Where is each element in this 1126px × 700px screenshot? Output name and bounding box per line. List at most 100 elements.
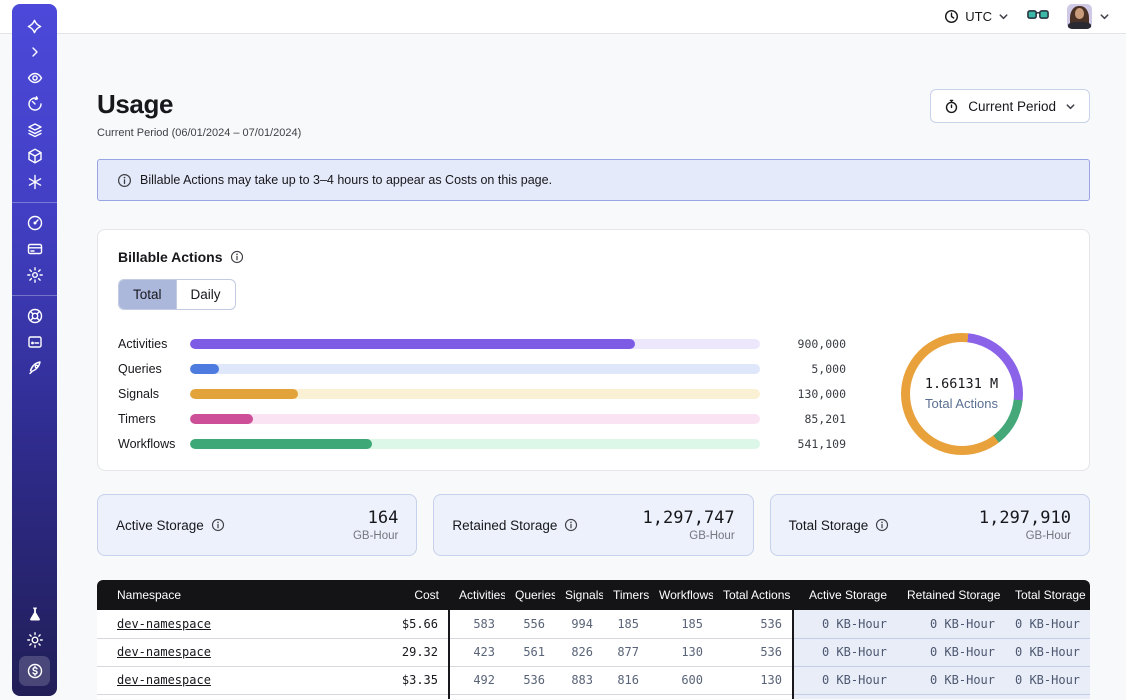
column-header-activities: Activities — [449, 580, 505, 610]
avatar — [1067, 4, 1092, 29]
sidebar — [12, 4, 57, 696]
cell-timers: 816 — [603, 666, 649, 694]
namespace-link[interactable]: dev-namespace — [117, 645, 211, 659]
cell-activities: 583 — [449, 610, 505, 638]
cell-total_actions: 130 — [713, 666, 793, 694]
namespace-usage-table: NamespaceCostActivitiesQueriesSignalsTim… — [97, 580, 1090, 699]
cell-namespace: dev-namespace — [97, 610, 343, 638]
bar-value: 900,000 — [774, 337, 846, 351]
sidebar-item-billing[interactable] — [19, 236, 50, 262]
bar-value: 5,000 — [774, 362, 846, 376]
column-header-cost: Cost — [343, 580, 449, 610]
timezone-label: UTC — [965, 9, 992, 24]
sidebar-item-layers[interactable] — [19, 117, 50, 143]
bar-row: Workflows541,109 — [118, 431, 846, 456]
timezone-selector[interactable]: UTC — [944, 9, 1009, 24]
kiosk-icon — [26, 333, 44, 351]
column-header-total_actions: Total Actions — [713, 580, 793, 610]
billable-actions-title: Billable Actions — [118, 249, 223, 265]
bar-row: Timers85,201 — [118, 406, 846, 431]
cell-activities: 423 — [449, 638, 505, 666]
sidebar-item-getting-started[interactable] — [19, 355, 50, 381]
chevron-down-icon — [1065, 101, 1076, 112]
bar-row: Signals 130,000 — [118, 381, 846, 406]
column-header-timers: Timers — [603, 580, 649, 610]
bar-chart: Activities 900,000 Queries 5,000 Signals 130,… — [118, 331, 854, 456]
bar-track — [190, 439, 760, 449]
bar-value: 130,000 — [774, 387, 846, 401]
sun-icon — [26, 631, 44, 649]
main-content: Usage Current Period (06/01/2024 – 07/01… — [58, 34, 1126, 700]
bar-label: Queries — [118, 362, 190, 376]
banner-text: Billable Actions may take up to 3–4 hour… — [140, 173, 552, 187]
sidebar-item-deployments[interactable] — [19, 143, 50, 169]
total-storage-value: 1,297,910 — [979, 508, 1071, 528]
cell-workflows: 185 — [649, 610, 713, 638]
cell-active_storage: 0 KB-Hour — [793, 666, 897, 694]
bar-track — [190, 364, 760, 374]
retained-storage-unit: GB-Hour — [643, 530, 735, 542]
cell-total_actions: 536 — [713, 610, 793, 638]
retained-storage-card: Retained Storage 1,297,747 GB-Hour — [433, 494, 753, 556]
sidebar-item-namespaces[interactable] — [19, 65, 50, 91]
column-header-retained_storage: Retained Storage — [897, 580, 1005, 610]
bar-label: Activities — [118, 337, 190, 351]
sidebar-item-billing-active[interactable] — [19, 656, 50, 686]
asterisk-icon — [26, 173, 44, 191]
page-subtitle: Current Period (06/01/2024 – 07/01/2024) — [97, 127, 301, 139]
tab-total[interactable]: Total — [119, 280, 177, 309]
namespace-link[interactable]: dev-namespace — [117, 617, 211, 631]
sidebar-item-expand[interactable] — [19, 39, 50, 65]
cell-queries: 536 — [505, 666, 555, 694]
sidebar-item-theme[interactable] — [19, 627, 50, 653]
column-header-active_storage: Active Storage — [793, 580, 897, 610]
glasses-icon[interactable] — [1027, 7, 1049, 27]
current-period-button[interactable]: Current Period — [930, 89, 1090, 123]
sidebar-item-support[interactable] — [19, 303, 50, 329]
namespace-link[interactable]: dev-namespace — [117, 673, 211, 687]
bar-track — [190, 389, 760, 399]
column-header-namespace: Namespace — [97, 580, 343, 610]
retained-storage-value: 1,297,747 — [643, 508, 735, 528]
billable-actions-card: Billable Actions Total Daily Activities 9… — [97, 229, 1090, 471]
history-clock-icon — [26, 95, 44, 113]
info-icon[interactable] — [875, 518, 889, 532]
cell-active_storage: 0 KB-Hour — [793, 610, 897, 638]
info-icon[interactable] — [211, 518, 225, 532]
info-icon — [117, 173, 132, 188]
tab-daily[interactable]: Daily — [177, 280, 235, 309]
bar-row: Activities 900,000 — [118, 331, 846, 356]
cell-signals: 826 — [555, 638, 603, 666]
sidebar-item-settings[interactable] — [19, 262, 50, 288]
billable-view-tabs: Total Daily — [118, 279, 236, 310]
bar-value: 541,109 — [774, 437, 846, 451]
chevron-down-icon — [1099, 11, 1110, 22]
cell-timers: 877 — [603, 638, 649, 666]
sidebar-item-schedules[interactable] — [19, 91, 50, 117]
credit-card-icon — [26, 240, 44, 258]
info-icon[interactable] — [230, 250, 244, 264]
cell-namespace: dev-namespace — [97, 638, 343, 666]
bar-fill — [190, 414, 253, 424]
info-icon[interactable] — [564, 518, 578, 532]
sidebar-item-nexus[interactable] — [19, 169, 50, 195]
donut-chart: 1.66131 M Total Actions — [901, 333, 1023, 455]
sidebar-item-home[interactable] — [19, 13, 50, 39]
cell-queries: 556 — [505, 610, 555, 638]
sidebar-divider — [12, 202, 57, 203]
flask-icon — [26, 605, 44, 623]
cell-queries: 561 — [505, 638, 555, 666]
sidebar-divider — [12, 295, 57, 296]
sidebar-item-usage[interactable] — [19, 210, 50, 236]
account-menu[interactable] — [1067, 4, 1110, 29]
bar-label: Signals — [118, 387, 190, 401]
cell-retained_storage: 0 KB-Hour — [897, 638, 1005, 666]
column-header-signals: Signals — [555, 580, 603, 610]
cell-workflows: 130 — [649, 638, 713, 666]
cell-total_storage: 0 KB-Hour — [1005, 666, 1090, 694]
table-row-partial — [97, 694, 1090, 699]
donut-total-value: 1.66131 M — [925, 376, 998, 392]
sidebar-item-feedback[interactable] — [19, 329, 50, 355]
sidebar-item-labs[interactable] — [19, 601, 50, 627]
bar-value: 85,201 — [774, 412, 846, 426]
